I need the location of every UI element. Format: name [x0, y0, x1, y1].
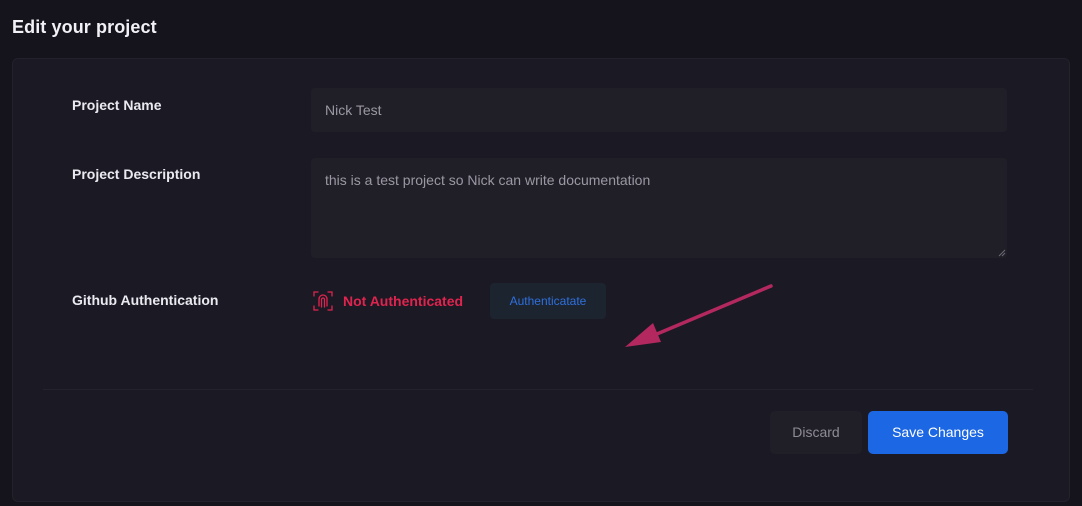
annotation-arrow-icon	[625, 284, 773, 347]
github-auth-label: Github Authentication	[72, 292, 219, 308]
project-description-text: this is a test project so Nick can write…	[325, 172, 651, 188]
project-description-textarea[interactable]: this is a test project so Nick can write…	[311, 158, 1007, 258]
project-name-label: Project Name	[72, 97, 162, 113]
project-name-input[interactable]: Nick Test	[311, 88, 1007, 132]
save-changes-button[interactable]: Save Changes	[868, 411, 1008, 454]
divider	[43, 389, 1033, 390]
auth-status-text: Not Authenticated	[343, 293, 464, 309]
authenticate-button[interactable]: Authenticatate	[490, 283, 606, 319]
discard-button[interactable]: Discard	[770, 411, 862, 454]
resize-handle-icon[interactable]	[998, 249, 1006, 257]
project-description-label: Project Description	[72, 166, 201, 182]
fingerprint-icon	[313, 291, 333, 311]
page-title: Edit your project	[12, 17, 157, 37]
edit-project-card: Project Name Nick Test Project Descripti…	[12, 58, 1070, 502]
